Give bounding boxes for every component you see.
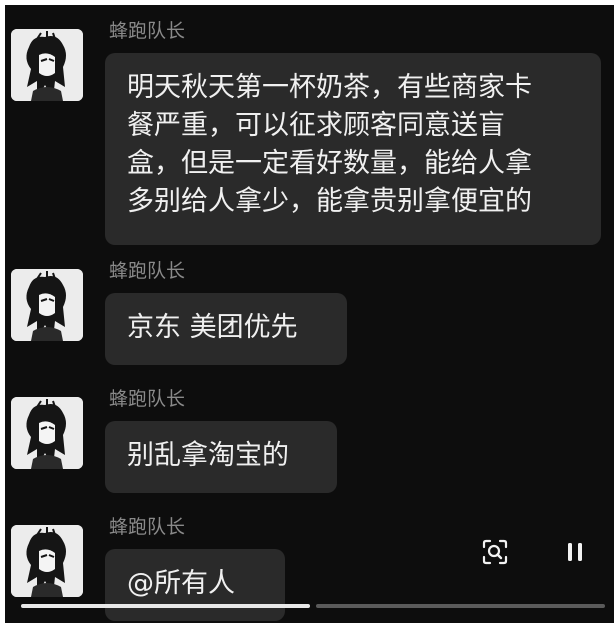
avatar[interactable] bbox=[11, 525, 83, 597]
sender-name: 蜂跑队长 bbox=[109, 20, 186, 42]
avatar-image bbox=[11, 397, 83, 469]
avatar[interactable] bbox=[11, 269, 83, 341]
sender-name: 蜂跑队长 bbox=[109, 516, 186, 538]
message-text-line: 京东 美团优先 bbox=[127, 312, 298, 343]
video-controls bbox=[478, 535, 592, 569]
progress-segment-active bbox=[21, 604, 310, 608]
sender-name: 蜂跑队长 bbox=[109, 260, 186, 282]
lens-search-icon bbox=[482, 539, 508, 565]
chat-screen: 蜂跑队长 明天秋天第一杯奶茶，有些商家卡 餐严重，可以征求顾客同意送盲 盒，但是… bbox=[5, 5, 614, 623]
avatar-image bbox=[11, 29, 83, 101]
message-bubble[interactable]: 别乱拿淘宝的 bbox=[105, 421, 337, 493]
message-text-line: 明天秋天第一杯奶茶，有些商家卡 bbox=[127, 72, 532, 103]
pause-icon bbox=[568, 543, 582, 561]
message-bubble[interactable]: 明天秋天第一杯奶茶，有些商家卡 餐严重，可以征求顾客同意送盲 盒，但是一定看好数… bbox=[105, 53, 601, 245]
avatar-image bbox=[11, 269, 83, 341]
message-text-line: @所有人 bbox=[127, 568, 235, 599]
progress-segment bbox=[316, 604, 605, 608]
message-text-line: 多别给人拿少，能拿贵别拿便宜的 bbox=[127, 186, 532, 217]
avatar-image bbox=[11, 525, 83, 597]
avatar[interactable] bbox=[11, 397, 83, 469]
pause-button[interactable] bbox=[558, 535, 592, 569]
message-bubble[interactable]: 京东 美团优先 bbox=[105, 293, 347, 365]
avatar[interactable] bbox=[11, 29, 83, 101]
screenshot-frame: 蜂跑队长 明天秋天第一杯奶茶，有些商家卡 餐严重，可以征求顾客同意送盲 盒，但是… bbox=[0, 0, 614, 623]
sender-name: 蜂跑队长 bbox=[109, 388, 186, 410]
message-bubble[interactable]: @所有人 bbox=[105, 549, 285, 621]
lens-search-button[interactable] bbox=[478, 535, 512, 569]
story-progress-bar bbox=[21, 604, 605, 608]
message-text-line: 别乱拿淘宝的 bbox=[127, 440, 289, 471]
message-text-line: 餐严重，可以征求顾客同意送盲 bbox=[127, 110, 505, 141]
message-text-line: 盒，但是一定看好数量，能给人拿 bbox=[127, 148, 532, 179]
